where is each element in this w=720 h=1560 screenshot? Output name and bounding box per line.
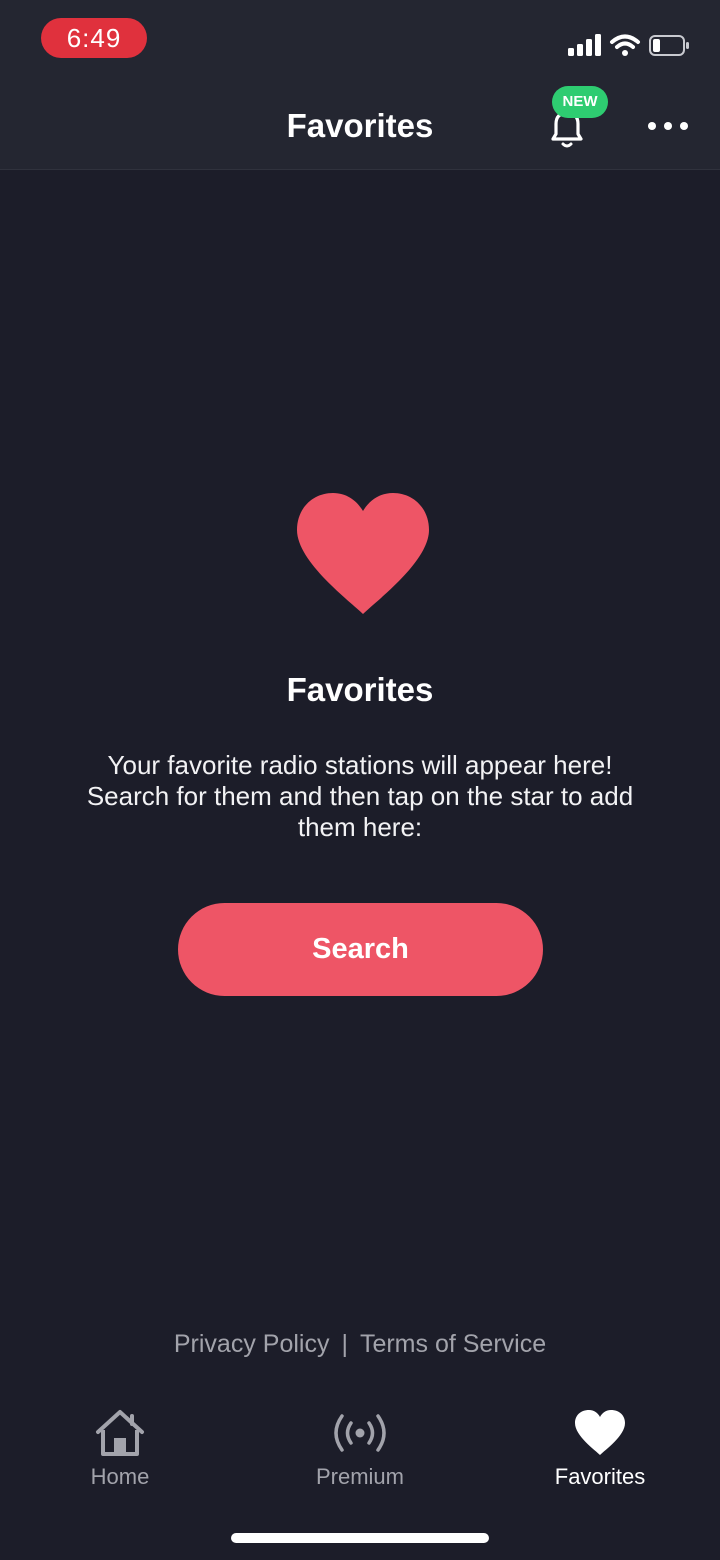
home-indicator: [231, 1533, 489, 1543]
empty-state-description: Your favorite radio stations will appear…: [86, 750, 634, 842]
top-bar: 6:49 Favorites NEW: [0, 0, 720, 170]
wifi-icon: [610, 34, 640, 56]
footer-links: Privacy Policy | Terms of Service: [0, 1327, 720, 1361]
tab-home-label: Home: [90, 1464, 150, 1489]
status-icons: [568, 34, 689, 56]
tab-premium-label: Premium: [315, 1464, 404, 1489]
search-button[interactable]: Search: [178, 903, 543, 996]
terms-of-service-link[interactable]: Terms of Service: [360, 1330, 546, 1358]
cellular-signal-icon: [568, 34, 601, 56]
tab-favorites-label: Favorites: [554, 1464, 646, 1489]
home-icon: [96, 1410, 144, 1456]
tab-home[interactable]: Home: [20, 1408, 220, 1498]
page-title: Favorites: [286, 107, 434, 144]
broadcast-icon: [334, 1414, 386, 1452]
more-icon[interactable]: [644, 108, 692, 144]
heart-icon: [297, 493, 429, 614]
tab-premium[interactable]: Premium: [260, 1408, 460, 1498]
battery-icon: [649, 35, 689, 56]
tab-favorites[interactable]: Favorites: [500, 1408, 700, 1498]
new-badge: NEW: [552, 86, 608, 118]
link-separator: |: [341, 1330, 348, 1358]
heart-icon: [575, 1410, 625, 1455]
privacy-policy-link[interactable]: Privacy Policy: [174, 1330, 330, 1358]
status-time: 6:49: [41, 18, 147, 58]
empty-state-title: Favorites: [286, 671, 434, 708]
